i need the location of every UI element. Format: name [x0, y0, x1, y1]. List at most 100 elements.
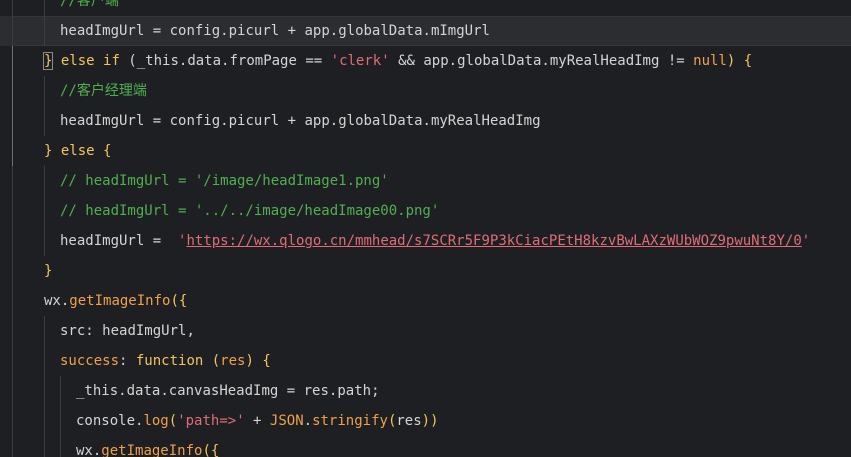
- code-token: wx: [44, 293, 61, 309]
- indent-guide: [44, 196, 45, 226]
- url-link[interactable]: https://wx.qlogo.cn/mmhead/s7SCRr5F9P3kC…: [186, 233, 801, 249]
- current-code-line[interactable]: headImgUrl = config.picurl + app.globalD…: [0, 16, 851, 46]
- code-token: else if: [52, 53, 120, 69]
- code-token: config: [169, 23, 221, 39]
- code-token: function: [135, 353, 204, 369]
- code-token: console: [76, 413, 136, 429]
- code-token: app: [304, 113, 330, 129]
- indent-guide: [44, 346, 45, 376]
- indent-guide: [12, 166, 13, 196]
- code-line[interactable]: src: headImgUrl,: [0, 316, 851, 346]
- code-editor[interactable]: //客户端 headImgUrl = config.picurl + app.gl…: [0, 0, 851, 457]
- code-token: picurl: [228, 23, 280, 39]
- code-text: _this.data.canvasHeadImg = res.path;: [76, 376, 380, 406]
- code-token: ) {: [726, 53, 753, 69]
- code-line[interactable]: wx.getImageInfo({: [0, 286, 851, 316]
- code-token: picurl: [228, 113, 280, 129]
- code-line[interactable]: }: [0, 256, 851, 286]
- code-token: globalData: [338, 113, 423, 129]
- code-line[interactable]: headImgUrl = config.picurl + app.globalD…: [0, 106, 851, 136]
- code-token: wx: [76, 443, 93, 457]
- code-token: src: [60, 323, 86, 339]
- code-token: myRealHeadImg: [549, 53, 660, 69]
- indent-guide: [44, 226, 45, 256]
- code-token: +: [279, 113, 305, 129]
- code-token: fromPage: [229, 53, 297, 69]
- indent-guide: [60, 376, 61, 406]
- code-token: headImgUrl: [60, 233, 145, 249]
- indent-guide: [44, 436, 45, 457]
- code-token: data: [187, 53, 222, 69]
- code-line[interactable]: } else if (_this.data.fromPage == 'clerk…: [0, 46, 851, 76]
- code-text: wx.getImageInfo({: [44, 286, 187, 316]
- code-text: // headImgUrl = '../../image/headImage00…: [60, 196, 439, 226]
- code-token: 'path=>': [177, 413, 245, 429]
- code-text: //客户经理端: [60, 76, 147, 106]
- code-line[interactable]: _this.data.canvasHeadImg = res.path;: [0, 376, 851, 406]
- code-line[interactable]: //客户经理端: [0, 76, 851, 106]
- code-line[interactable]: console.log('path=>' + JSON.stringify(re…: [0, 406, 851, 436]
- code-line[interactable]: // headImgUrl = '/image/headImage1.png': [0, 166, 851, 196]
- code-line[interactable]: //客户端: [0, 0, 851, 16]
- code-token: config: [169, 113, 221, 129]
- indent-guide: [44, 376, 45, 406]
- code-token: res: [220, 353, 246, 369]
- code-token: .: [220, 23, 229, 39]
- indent-guide: [44, 166, 45, 196]
- code-token: ,: [186, 323, 195, 339]
- indent-guide: [60, 436, 61, 457]
- indent-guide: [44, 76, 45, 106]
- code-line[interactable]: success: function (res) {: [0, 346, 851, 376]
- code-line[interactable]: } else {: [0, 136, 851, 166]
- code-token: ==: [296, 53, 331, 69]
- code-token: } else {: [44, 143, 112, 159]
- code-text: // headImgUrl = '/image/headImage1.png': [60, 166, 389, 196]
- indent-guide: [12, 16, 13, 46]
- code-token: (: [119, 53, 137, 69]
- indent-guide: [60, 406, 61, 436]
- code-token: +: [244, 413, 270, 429]
- indent-guide: [44, 16, 45, 46]
- code-token: :: [119, 353, 136, 369]
- code-token: .: [422, 23, 431, 39]
- code-token: ({: [202, 443, 220, 457]
- code-token: canvasHeadImg: [168, 383, 279, 399]
- code-token: =: [144, 233, 179, 249]
- indent-guide: [12, 136, 13, 166]
- code-line[interactable]: wx.getImageInfo({: [0, 436, 851, 457]
- code-token: getImageInfo: [101, 443, 203, 457]
- code-token: _this: [76, 383, 119, 399]
- code-text: console.log('path=>' + JSON.stringify(re…: [76, 406, 439, 436]
- code-token: .: [160, 383, 169, 399]
- code-token: res: [396, 413, 422, 429]
- code-token: .: [329, 23, 339, 39]
- indent-guide: [12, 226, 13, 256]
- code-token: (: [203, 353, 221, 369]
- code-token: .: [220, 113, 229, 129]
- code-token: :: [85, 323, 103, 339]
- code-token: ) {: [245, 353, 271, 369]
- code-token: .: [448, 53, 458, 69]
- code-token: ;: [371, 383, 380, 399]
- code-token: log: [143, 413, 169, 429]
- code-token: !=: [659, 53, 694, 69]
- code-token: _this: [136, 53, 179, 69]
- code-token: data: [126, 383, 161, 399]
- indent-guide: [12, 316, 13, 346]
- code-token: //客户经理端: [60, 83, 147, 99]
- code-token: headImgUrl: [60, 23, 145, 39]
- code-text: wx.getImageInfo({: [76, 436, 219, 457]
- code-text: headImgUrl = config.picurl + app.globalD…: [60, 106, 541, 136]
- indent-guide: [12, 0, 13, 16]
- code-token: //客户端: [60, 0, 119, 9]
- code-token: =: [144, 113, 170, 129]
- code-token: &&: [389, 53, 424, 69]
- indent-guide: [12, 376, 13, 406]
- code-token: app: [423, 53, 449, 69]
- code-text: headImgUrl = config.picurl + app.globalD…: [60, 16, 490, 46]
- code-token: (: [168, 413, 178, 429]
- indent-guide: [44, 106, 45, 136]
- code-token: .: [422, 113, 431, 129]
- code-line[interactable]: headImgUrl = 'https://wx.qlogo.cn/mmhead…: [0, 226, 851, 256]
- code-line[interactable]: // headImgUrl = '../../image/headImage00…: [0, 196, 851, 226]
